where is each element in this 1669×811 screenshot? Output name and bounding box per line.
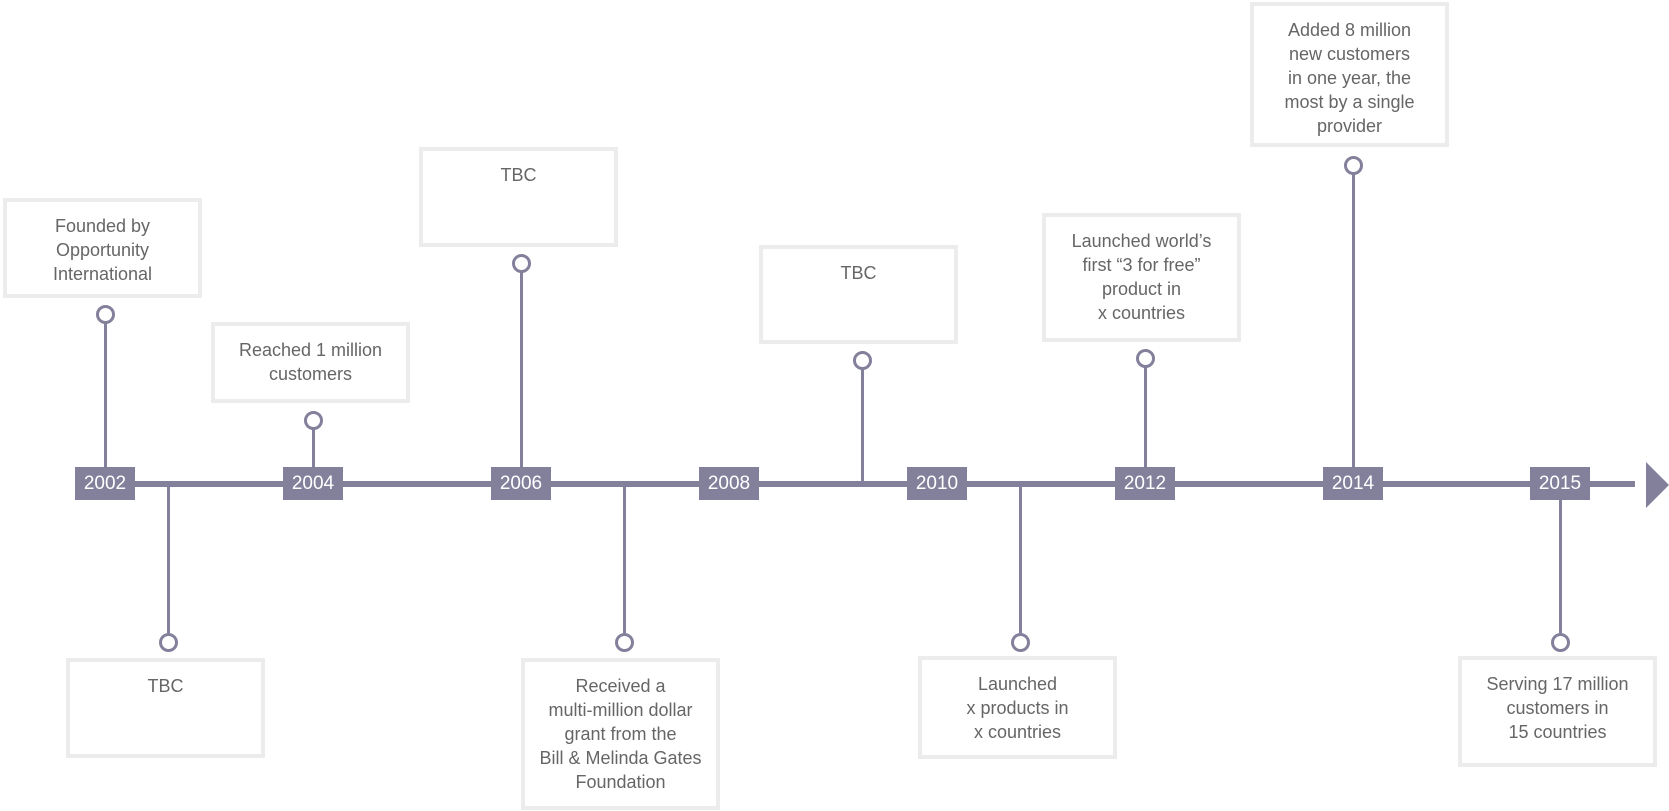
event-stem bbox=[1019, 487, 1022, 633]
event-card: Founded by Opportunity International bbox=[3, 198, 202, 298]
event-card: Added 8 million new customers in one yea… bbox=[1250, 2, 1449, 147]
event-marker-icon bbox=[853, 351, 872, 370]
event-stem bbox=[520, 269, 523, 467]
event-stem bbox=[104, 320, 107, 467]
event-card: Received a multi-million dollar grant fr… bbox=[521, 658, 720, 810]
year-label-2012: 2012 bbox=[1115, 467, 1175, 500]
arrow-right-icon bbox=[1646, 462, 1669, 508]
year-label-2010: 2010 bbox=[907, 467, 967, 500]
event-marker-icon bbox=[512, 254, 531, 273]
event-marker-icon bbox=[159, 633, 178, 652]
year-label-2008: 2008 bbox=[699, 467, 759, 500]
event-marker-icon bbox=[615, 633, 634, 652]
event-card: Launched world’s first “3 for free” prod… bbox=[1042, 213, 1241, 342]
event-marker-icon bbox=[1551, 633, 1570, 652]
event-stem bbox=[167, 487, 170, 633]
event-card: TBC bbox=[66, 658, 265, 758]
year-label-2006: 2006 bbox=[491, 467, 551, 500]
event-card: Reached 1 million customers bbox=[211, 322, 410, 403]
year-label-2014: 2014 bbox=[1323, 467, 1383, 500]
event-stem bbox=[861, 366, 864, 482]
event-stem bbox=[1144, 364, 1147, 467]
event-marker-icon bbox=[304, 411, 323, 430]
event-marker-icon bbox=[1011, 633, 1030, 652]
year-label-2004: 2004 bbox=[283, 467, 343, 500]
event-marker-icon bbox=[96, 305, 115, 324]
event-stem bbox=[623, 487, 626, 633]
event-stem bbox=[1559, 500, 1562, 633]
event-card: Serving 17 million customers in 15 count… bbox=[1458, 656, 1657, 767]
event-card: Launched x products in x countries bbox=[918, 656, 1117, 759]
event-card: TBC bbox=[759, 245, 958, 344]
event-marker-icon bbox=[1344, 156, 1363, 175]
year-label-2002: 2002 bbox=[75, 467, 135, 500]
event-marker-icon bbox=[1136, 349, 1155, 368]
event-stem bbox=[1352, 171, 1355, 467]
event-stem bbox=[312, 426, 315, 467]
event-card: TBC bbox=[419, 147, 618, 247]
year-label-2015: 2015 bbox=[1530, 467, 1590, 500]
